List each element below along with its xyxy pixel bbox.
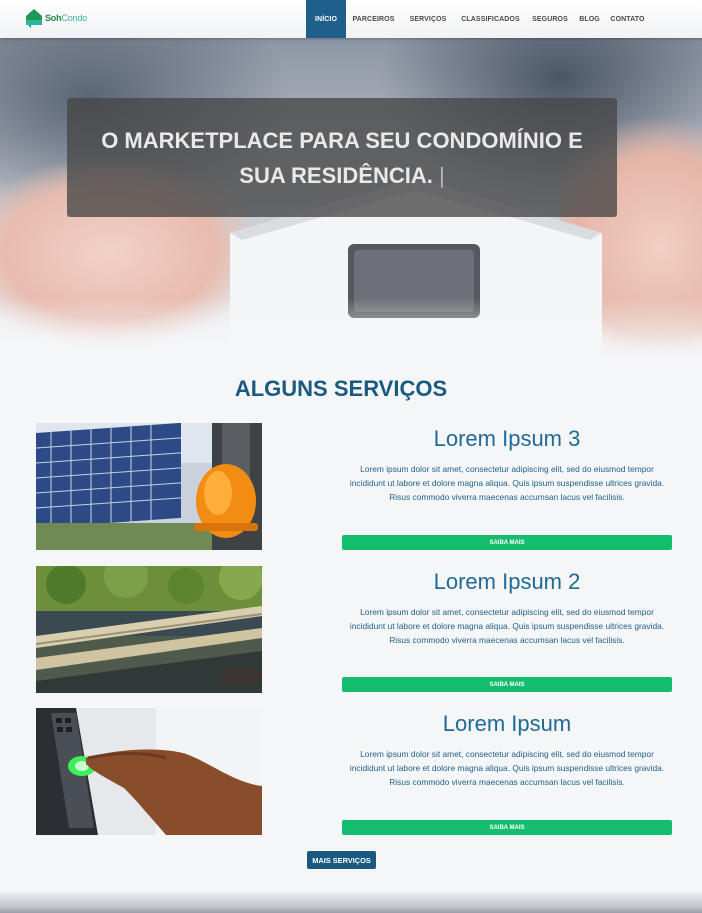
nav-item-classificados[interactable]: CLASSIFICADOS: [455, 0, 526, 38]
service-text-1: Lorem ipsum dolor sit amet, consectetur …: [349, 464, 665, 503]
hero-headline-text: O MARKETPLACE PARA SEU CONDOMÍNIO E SUA …: [101, 127, 583, 188]
nav-item-seguros[interactable]: SEGUROS: [526, 0, 574, 38]
main-nav: INÍCIO PARCEIROS SERVIÇOS CLASSIFICADOS …: [306, 0, 650, 38]
service-title-2: Lorem Ipsum 2: [433, 569, 581, 594]
saiba-mais-button-2[interactable]: SAIBA MAIS: [342, 677, 672, 692]
services-heading: ALGUNS SERVIÇOS: [234, 376, 448, 401]
service-image-access[interactable]: [36, 708, 262, 835]
service-title-3: Lorem Ipsum: [442, 711, 572, 736]
mais-servicos-button[interactable]: MAIS SERVIÇOS: [307, 851, 376, 869]
service-text-2: Lorem ipsum dolor sit amet, consectetur …: [349, 607, 665, 646]
house-logo-icon: [26, 9, 42, 28]
service-image-solar[interactable]: [36, 423, 262, 550]
service-text-3: Lorem ipsum dolor sit amet, consectetur …: [349, 749, 665, 788]
nav-item-servicos[interactable]: SERVIÇOS: [401, 0, 455, 38]
nav-item-contato[interactable]: CONTATO: [605, 0, 650, 38]
hero-headline: O MARKETPLACE PARA SEU CONDOMÍNIO E SUA …: [77, 123, 607, 193]
brand-logo[interactable]: SohCondo: [25, 7, 87, 29]
hero-fade: [0, 298, 702, 358]
typing-cursor: |: [438, 162, 445, 188]
solar-panel-worker-helmet-image: [36, 423, 262, 550]
hero-headline-box: O MARKETPLACE PARA SEU CONDOMÍNIO E SUA …: [67, 98, 617, 217]
brand-name-part2: Condo: [61, 13, 87, 23]
water-treatment-plant-image: [36, 566, 262, 693]
service-image-water[interactable]: [36, 566, 262, 693]
footer-banner-strip: [0, 890, 702, 913]
brand-name-part1: Soh: [45, 13, 62, 23]
nav-item-inicio[interactable]: INÍCIO: [306, 0, 346, 38]
brand-name: SohCondo: [45, 13, 87, 23]
fingerprint-scanner-image: [36, 708, 262, 835]
hero-banner: O MARKETPLACE PARA SEU CONDOMÍNIO E SUA …: [0, 38, 702, 358]
saiba-mais-button-1[interactable]: SAIBA MAIS: [342, 535, 672, 550]
service-title-1: Lorem Ipsum 3: [433, 426, 581, 451]
nav-item-blog[interactable]: BLOG: [574, 0, 605, 38]
saiba-mais-button-3[interactable]: SAIBA MAIS: [342, 820, 672, 835]
nav-item-parceiros[interactable]: PARCEIROS: [346, 0, 401, 38]
navbar: SohCondo INÍCIO PARCEIROS SERVIÇOS CLASS…: [0, 0, 702, 38]
